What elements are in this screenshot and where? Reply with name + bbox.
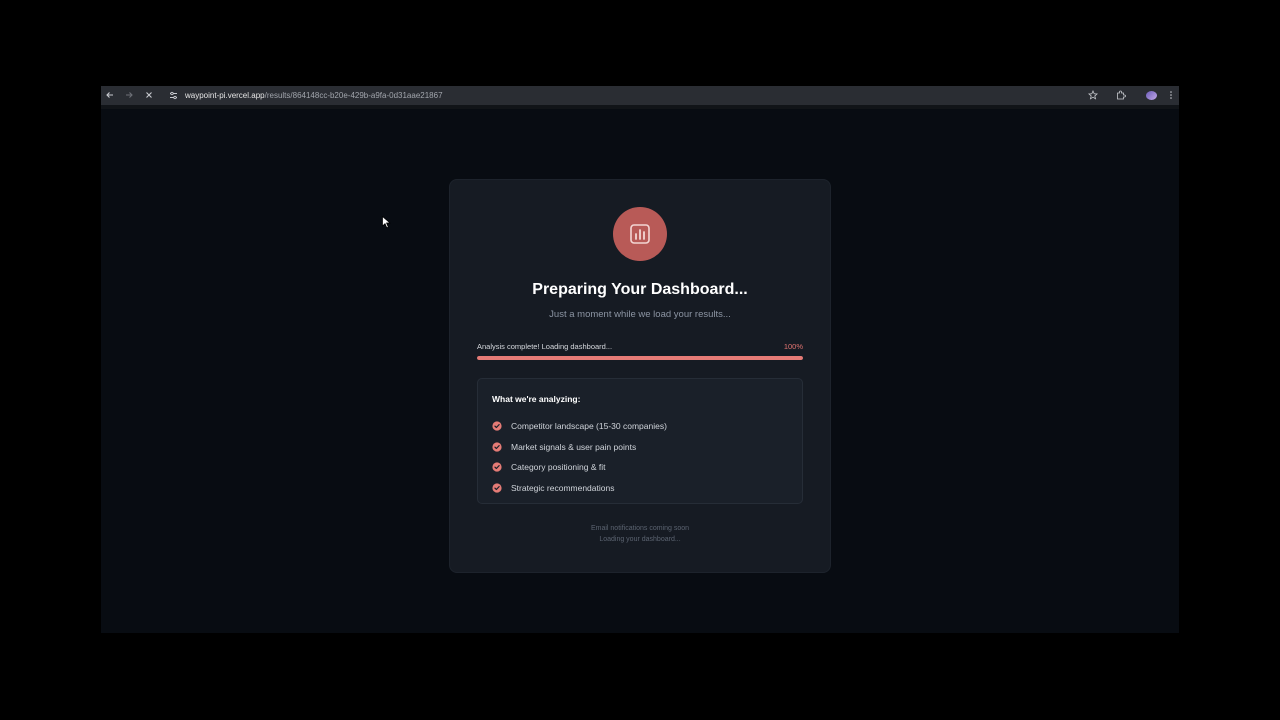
page-subtitle: Just a moment while we load your results… [549, 309, 731, 320]
arrow-left-icon [106, 92, 113, 98]
more-vertical-icon [1170, 91, 1172, 99]
arrow-right-icon [126, 92, 133, 98]
progress-bar [477, 356, 803, 360]
list-item: Competitor landscape (15-30 companies) [492, 416, 667, 437]
star-icon [1088, 90, 1098, 100]
browser-menu-button[interactable] [1164, 88, 1178, 102]
url-path: /results/864148cc-b20e-429b-a9fa-0d31aae… [264, 91, 443, 100]
list-item-label: Competitor landscape (15-30 companies) [511, 421, 667, 432]
loading-notice: Loading your dashboard... [599, 536, 681, 543]
analysis-list: Competitor landscape (15-30 companies) M… [492, 416, 667, 498]
back-button[interactable] [103, 88, 117, 102]
puzzle-icon [1117, 90, 1126, 100]
page-content: Preparing Your Dashboard... Just a momen… [101, 109, 1179, 633]
url-host: waypoint-pi.vercel.app [185, 91, 265, 100]
bookmark-button[interactable] [1086, 88, 1100, 102]
loading-card: Preparing Your Dashboard... Just a momen… [449, 179, 831, 573]
close-icon [146, 92, 152, 98]
mouse-cursor-icon [382, 216, 391, 229]
analysis-box: What we're analyzing: Competitor landsca… [477, 378, 803, 504]
address-bar[interactable]: waypoint-pi.vercel.app/results/864148cc-… [163, 87, 1083, 104]
list-item-label: Market signals & user pain points [511, 441, 637, 452]
profile-button[interactable] [1144, 88, 1158, 102]
progress-percent: 100% [783, 342, 803, 351]
site-settings-icon[interactable] [169, 91, 178, 100]
logo-badge [613, 207, 667, 261]
browser-window: waypoint-pi.vercel.app/results/864148cc-… [101, 86, 1179, 633]
check-circle-icon [492, 483, 502, 493]
progress-label: Analysis complete! Loading dashboard... [477, 342, 613, 351]
list-item-label: Category positioning & fit [511, 462, 606, 473]
avatar [1145, 90, 1157, 100]
forward-button[interactable] [122, 88, 136, 102]
check-circle-icon [492, 421, 502, 431]
progress-bar-fill [477, 356, 803, 360]
page-title: Preparing Your Dashboard... [532, 281, 748, 298]
check-circle-icon [492, 462, 502, 472]
extensions-button[interactable] [1114, 88, 1128, 102]
email-notice: Email notifications coming soon [590, 525, 690, 532]
list-item: Strategic recommendations [492, 478, 667, 499]
list-item: Market signals & user pain points [492, 437, 667, 458]
analysis-heading: What we're analyzing: [492, 394, 581, 404]
progress-header: Analysis complete! Loading dashboard... … [477, 342, 803, 351]
list-item-label: Strategic recommendations [511, 482, 615, 493]
stop-loading-button[interactable] [142, 88, 156, 102]
list-item: Category positioning & fit [492, 457, 667, 478]
check-circle-icon [492, 442, 502, 452]
bar-chart-icon [630, 224, 650, 244]
browser-toolbar: waypoint-pi.vercel.app/results/864148cc-… [101, 86, 1179, 105]
